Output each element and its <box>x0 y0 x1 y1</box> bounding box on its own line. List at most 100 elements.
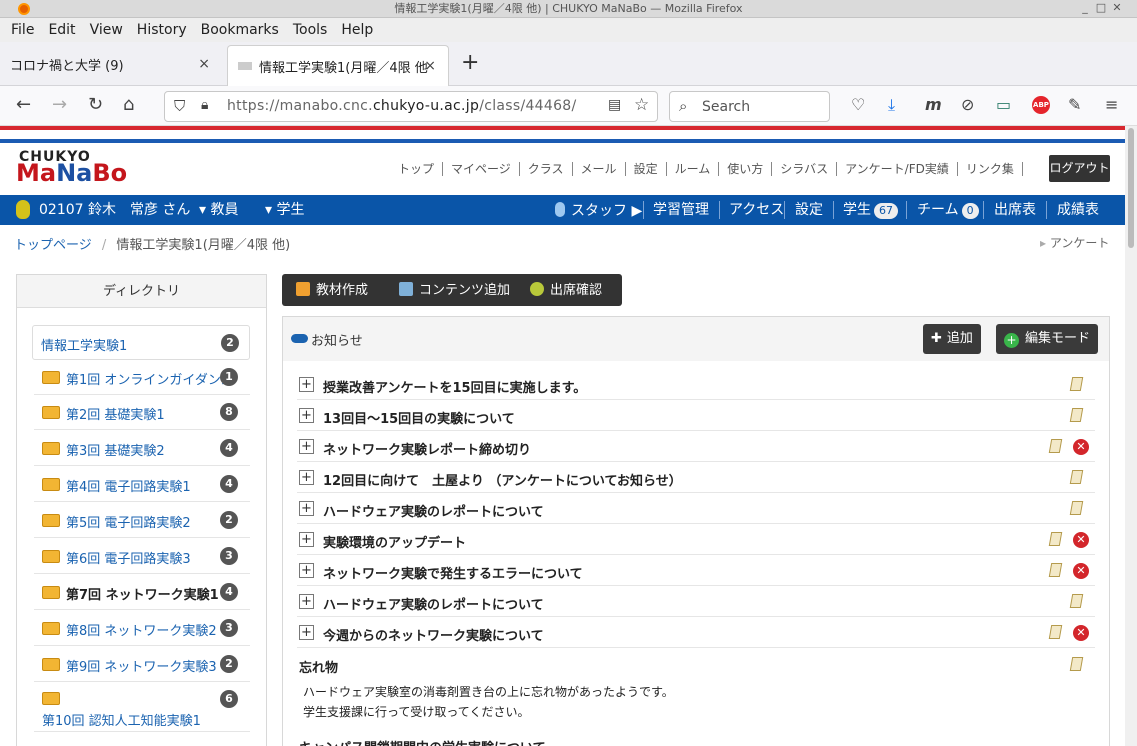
news-row[interactable]: + ネットワーク実験レポート締め切り ✕ <box>297 431 1095 462</box>
shield-icon[interactable]: ⛉ <box>174 97 185 115</box>
delete-icon[interactable]: ✕ <box>1073 439 1089 455</box>
role-student-dropdown[interactable]: ▾ 学生 <box>265 202 304 218</box>
page-scrollbar[interactable] <box>1125 126 1137 746</box>
menu-students[interactable]: 学生 67 <box>843 202 898 219</box>
menu-edit[interactable]: Edit <box>41 22 82 38</box>
directory-item-current[interactable]: 第7回 ネットワーク実験1 4 <box>34 574 250 610</box>
edit-pencil-icon[interactable] <box>1048 563 1063 577</box>
nav-top[interactable]: トップ <box>390 162 444 176</box>
nav-class[interactable]: クラス <box>520 162 573 176</box>
edit-pencil-icon[interactable] <box>1069 470 1084 484</box>
edit-pencil-icon[interactable] <box>1048 625 1063 639</box>
directory-item[interactable]: 第2回 基礎実験1 8 <box>34 394 250 430</box>
search-input[interactable]: Search <box>702 99 750 115</box>
edit-pencil-icon[interactable] <box>1069 408 1084 422</box>
news-row[interactable]: + ハードウェア実験のレポートについて <box>297 586 1095 617</box>
logout-button[interactable]: ログアウト <box>1049 155 1110 182</box>
nav-settings[interactable]: 設定 <box>626 162 667 176</box>
menu-history[interactable]: History <box>130 22 194 38</box>
search-box[interactable]: ⌕ Search <box>669 91 830 122</box>
nav-survey[interactable]: アンケート/FD実績 <box>837 162 958 176</box>
breadcrumb-home[interactable]: トップページ <box>14 238 92 253</box>
menu-file[interactable]: File <box>4 22 41 38</box>
add-button[interactable]: ✚ 追加 <box>923 324 981 354</box>
edit-pencil-icon[interactable] <box>1069 501 1084 515</box>
role-teacher-dropdown[interactable]: ▾ 教員 <box>199 202 238 218</box>
edit-mode-button[interactable]: + 編集モード <box>996 324 1099 354</box>
menu-learning-management[interactable]: 学習管理 <box>653 202 709 218</box>
menu-access[interactable]: アクセス <box>729 202 784 218</box>
adblock-icon[interactable]: ABP <box>1032 96 1050 114</box>
edit-pencil-icon[interactable] <box>1048 532 1063 546</box>
extension-monitor-icon[interactable]: ▭ <box>996 95 1011 115</box>
tab-corona[interactable]: コロナ禍と大学 (9) × <box>0 42 222 86</box>
delete-icon[interactable]: ✕ <box>1073 625 1089 641</box>
news-row[interactable]: + ネットワーク実験で発生するエラーについて ✕ <box>297 555 1095 586</box>
nav-howto[interactable]: 使い方 <box>719 162 773 176</box>
delete-icon[interactable]: ✕ <box>1073 563 1089 579</box>
maximize-icon[interactable]: □ <box>1095 2 1107 14</box>
lock-icon[interactable]: 🔒︎ <box>201 97 208 113</box>
menu-tools[interactable]: Tools <box>286 22 335 38</box>
hamburger-menu-icon[interactable]: ≡ <box>1105 95 1118 115</box>
directory-item[interactable]: 第6回 電子回路実験3 3 <box>34 538 250 574</box>
survey-link[interactable]: ▸ アンケート <box>1040 234 1109 251</box>
directory-item[interactable]: 第10回 認知人工知能実験1 6 <box>34 682 250 732</box>
directory-root[interactable]: 情報工学実験1 2 <box>32 325 250 360</box>
menu-settings[interactable]: 設定 <box>795 202 823 218</box>
edit-pencil-icon[interactable] <box>1069 377 1084 391</box>
download-icon[interactable]: ⤓ <box>888 95 895 115</box>
nav-mail[interactable]: メール <box>573 162 626 176</box>
directory-item[interactable]: 第5回 電子回路実験2 2 <box>34 502 250 538</box>
news-row[interactable]: + 今週からのネットワーク実験について ✕ <box>297 617 1095 648</box>
tab-manabo[interactable]: 情報工学実験1(月曜／4限 他 × <box>227 45 449 86</box>
news-row[interactable]: +13回目～15回目の実験について <box>297 400 1095 431</box>
directory-item[interactable]: 第9回 ネットワーク実験3 2 <box>34 646 250 682</box>
reader-view-icon[interactable]: ▤ <box>608 97 621 113</box>
menu-grades[interactable]: 成績表 <box>1057 202 1099 218</box>
url-bar[interactable]: ⛉ 🔒︎ https://manabo.cnc.chukyo-u.ac.jp/c… <box>164 91 658 122</box>
tab-close-icon[interactable]: × <box>198 56 210 72</box>
edit-pencil-icon[interactable] <box>1069 657 1084 671</box>
news-row[interactable]: +12回目に向けて 土屋より （アンケートについてお知らせ） <box>297 462 1095 493</box>
directory-item[interactable]: 第1回 オンラインガイダンス 1 <box>34 359 250 395</box>
extension-block-icon[interactable]: ⊘ <box>961 95 974 115</box>
news-row[interactable]: + ハードウェア実験のレポートについて <box>297 493 1095 524</box>
menu-view[interactable]: View <box>83 22 130 38</box>
attendance-check-button[interactable]: 出席確認 <box>530 282 602 299</box>
add-content-button[interactable]: コンテンツ追加 <box>399 282 510 299</box>
directory-item[interactable]: 第8回 ネットワーク実験2 3 <box>34 610 250 646</box>
menu-bookmarks[interactable]: Bookmarks <box>194 22 286 38</box>
bookmark-star-icon[interactable]: ☆ <box>634 95 649 115</box>
extension-m-icon[interactable]: m <box>925 95 942 115</box>
logo-manabo[interactable]: MaNaBo <box>16 159 127 187</box>
menu-attendance-sheet[interactable]: 出席表 <box>994 202 1036 218</box>
next-news-title[interactable]: キャンパス閉鎖期間中の学生実験について <box>299 737 546 746</box>
delete-icon[interactable]: ✕ <box>1073 532 1089 548</box>
pocket-icon[interactable]: ♡ <box>851 95 865 115</box>
news-row[interactable]: + 実験環境のアップデート ✕ <box>297 524 1095 555</box>
home-icon[interactable]: ⌂ <box>123 94 134 116</box>
new-tab-button[interactable]: + <box>461 52 479 74</box>
tab-close-icon[interactable]: × <box>424 58 436 74</box>
nav-syllabus[interactable]: シラバス <box>772 162 838 176</box>
nav-mypage[interactable]: マイページ <box>443 162 520 176</box>
nav-room[interactable]: ルーム <box>667 162 720 176</box>
edit-pencil-icon[interactable] <box>1069 594 1084 608</box>
menu-team[interactable]: チーム 0 <box>917 202 979 219</box>
news-row[interactable]: + 授業改善アンケートを15回目に実施します。 <box>297 369 1095 400</box>
nav-links[interactable]: リンク集 <box>958 162 1023 176</box>
scrollbar-thumb[interactable] <box>1128 128 1134 248</box>
menu-help[interactable]: Help <box>334 22 380 38</box>
forward-icon[interactable]: → <box>52 94 67 116</box>
reload-icon[interactable]: ↻ <box>88 94 103 116</box>
directory-item[interactable]: 第3回 基礎実験2 4 <box>34 430 250 466</box>
edit-pencil-icon[interactable] <box>1048 439 1063 453</box>
staff-menu[interactable]: スタッフ ▶ <box>555 202 642 219</box>
extension-tool-icon[interactable]: ✎ <box>1068 95 1081 115</box>
close-window-icon[interactable]: ✕ <box>1111 2 1123 14</box>
directory-item[interactable]: 第4回 電子回路実験1 4 <box>34 466 250 502</box>
minimize-icon[interactable]: _ <box>1079 2 1091 14</box>
back-icon[interactable]: ← <box>16 94 31 116</box>
create-material-button[interactable]: 教材作成 <box>296 282 368 299</box>
